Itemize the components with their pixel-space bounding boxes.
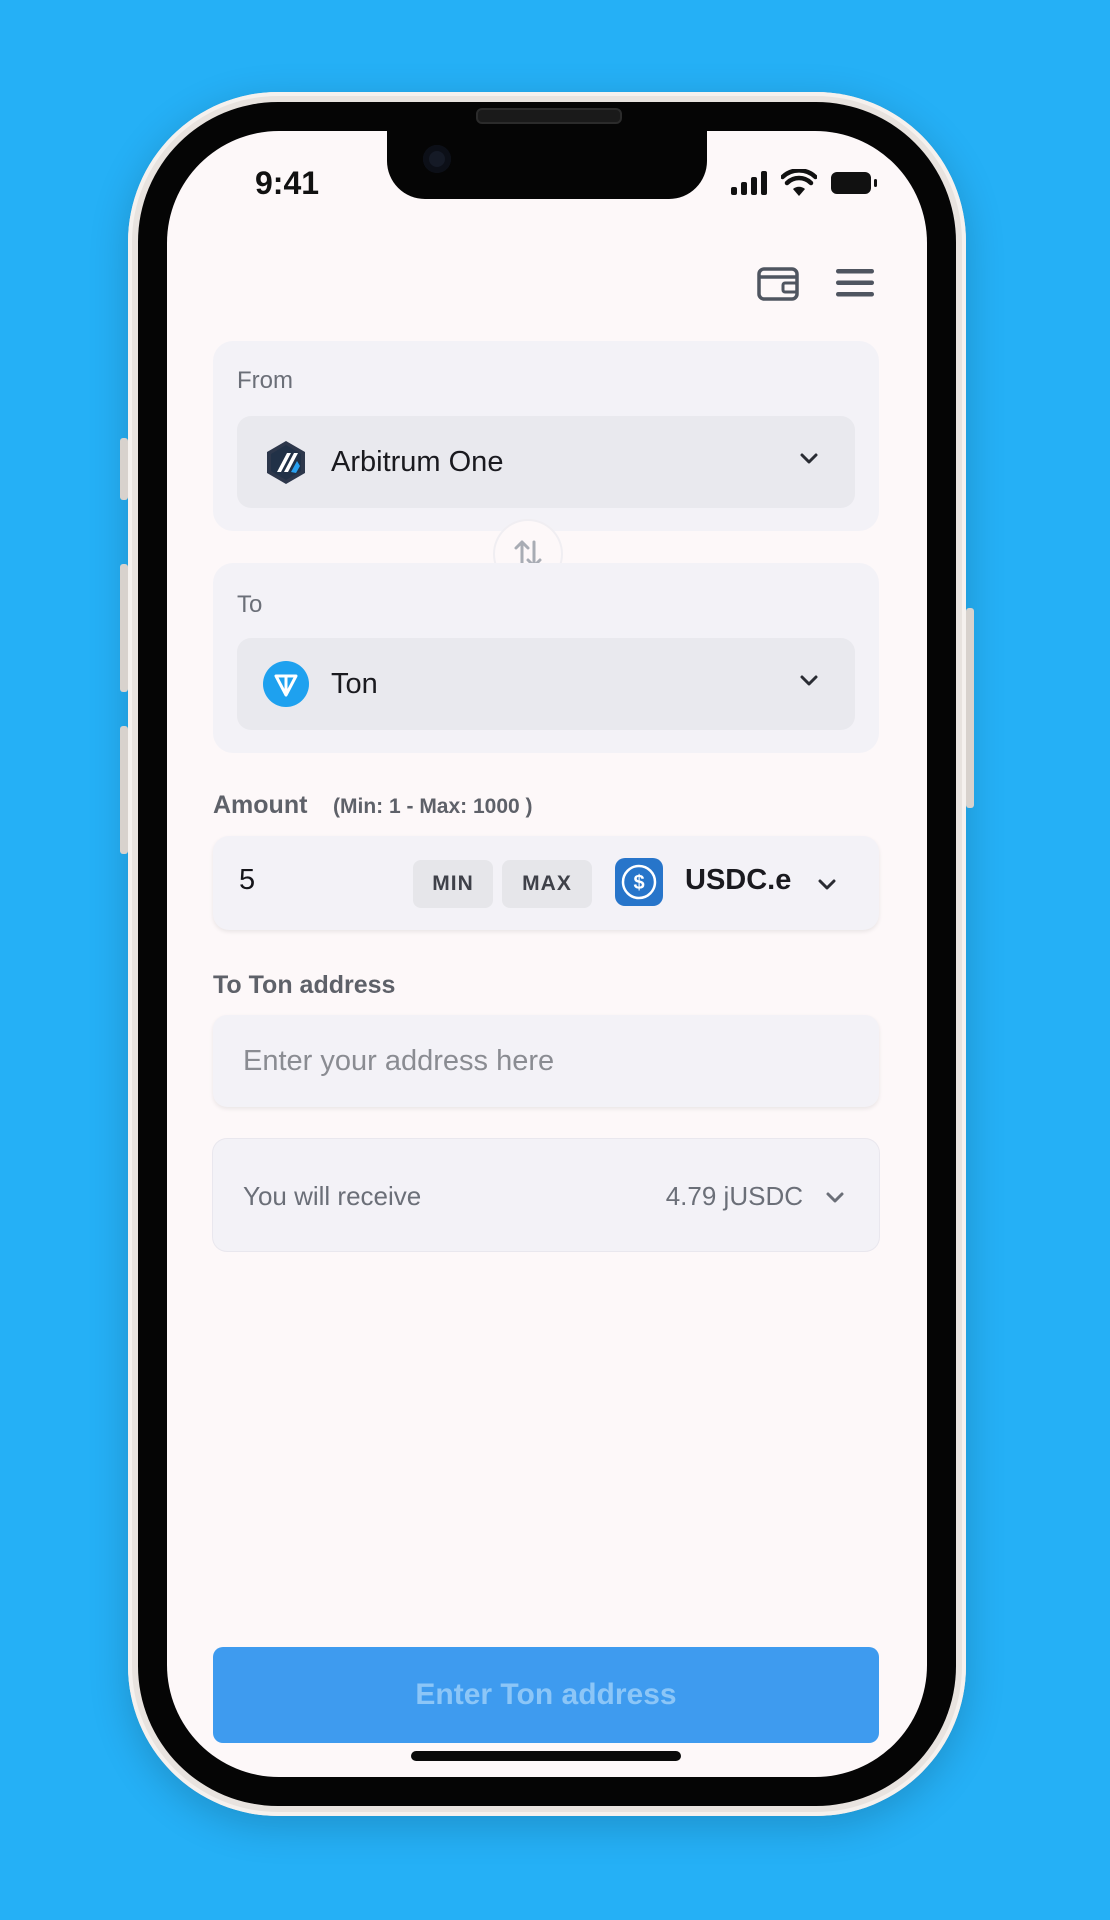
notch <box>387 131 707 199</box>
svg-text:$: $ <box>633 872 644 894</box>
to-label: To <box>237 591 263 618</box>
usdc-logo-icon: $ <box>615 858 663 906</box>
amount-limits: (Min: 1 - Max: 1000 ) <box>333 795 533 818</box>
chevron-down-icon <box>800 675 818 686</box>
phone-speaker <box>476 108 622 124</box>
arbitrum-logo-icon <box>267 441 305 484</box>
phone-volume-down <box>120 726 128 854</box>
from-network-select[interactable]: Arbitrum One <box>237 416 855 508</box>
token-select[interactable]: USDC.e <box>685 864 791 897</box>
phone-screen: 9:41 From Arbitrum One To Ton Amount (Mi… <box>167 131 927 1777</box>
receive-summary[interactable]: You will receive 4.79 jUSDC <box>213 1139 879 1251</box>
submit-button[interactable]: Enter Ton address <box>213 1647 879 1743</box>
chevron-down-icon[interactable] <box>817 878 837 892</box>
receive-label: You will receive <box>243 1181 422 1211</box>
phone-silent-switch <box>120 438 128 500</box>
amount-label: Amount <box>213 791 308 819</box>
wifi-icon <box>781 169 817 196</box>
receive-value: 4.79 jUSDC <box>665 1181 803 1211</box>
camera-icon <box>423 145 451 173</box>
phone-volume-up <box>120 564 128 692</box>
ton-logo-icon <box>263 661 309 707</box>
status-icons <box>731 169 877 197</box>
wallet-icon[interactable] <box>757 265 799 301</box>
battery-icon <box>831 172 877 194</box>
phone-power-button <box>966 608 974 808</box>
address-label: To Ton address <box>213 971 396 999</box>
to-network-name: Ton <box>331 667 378 700</box>
from-card: From Arbitrum One <box>213 341 879 531</box>
to-card: To Ton <box>213 563 879 753</box>
amount-field[interactable]: 5 MIN MAX $ USDC.e <box>213 836 879 930</box>
from-label: From <box>237 367 293 394</box>
min-button[interactable]: MIN <box>413 860 493 908</box>
ton-address-input[interactable] <box>213 1015 879 1107</box>
amount-value[interactable]: 5 <box>239 864 255 897</box>
from-network-name: Arbitrum One <box>331 445 504 478</box>
to-network-select[interactable]: Ton <box>237 638 855 730</box>
status-time: 9:41 <box>255 165 320 201</box>
chevron-down-icon <box>800 453 818 464</box>
chevron-down-icon[interactable] <box>825 1191 845 1205</box>
max-button[interactable]: MAX <box>502 860 592 908</box>
menu-icon[interactable] <box>835 267 875 299</box>
home-indicator <box>411 1751 681 1761</box>
cellular-signal-icon <box>731 171 767 195</box>
